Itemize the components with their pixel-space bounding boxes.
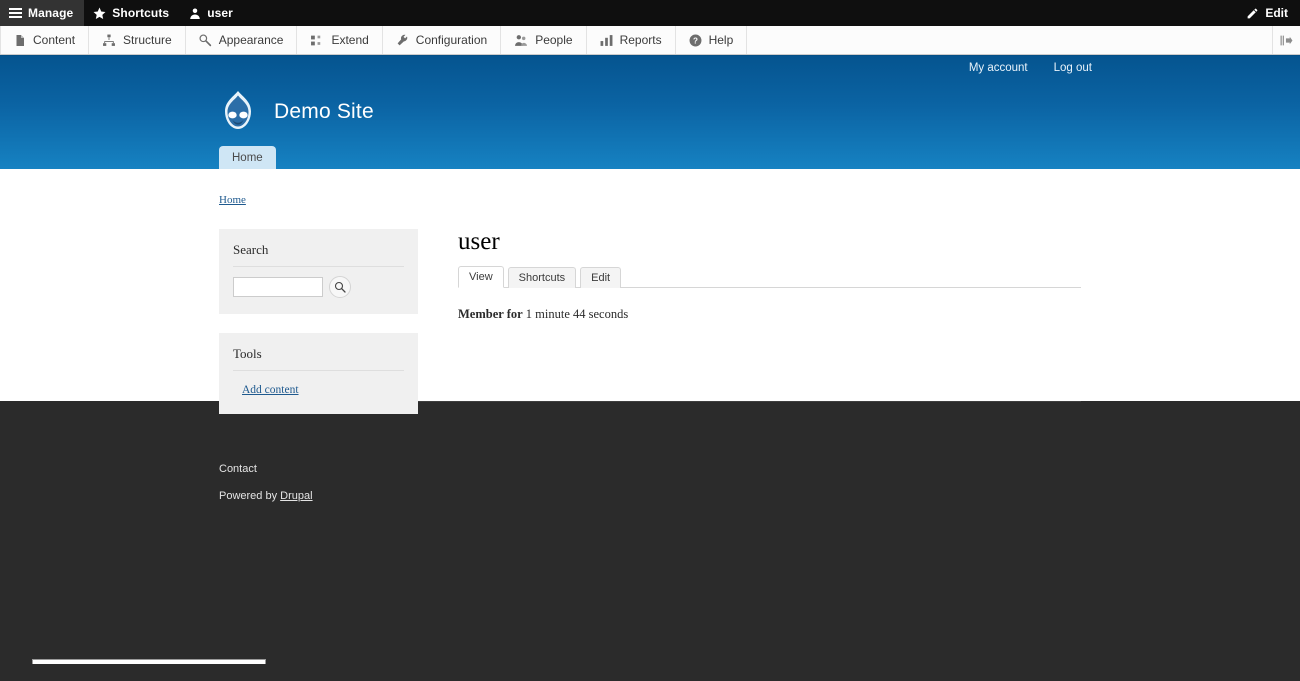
- toolbar-spacer: [244, 0, 1234, 26]
- member-for-row: Member for 1 minute 44 seconds: [458, 307, 1081, 322]
- toolbar-tab-shortcuts[interactable]: Shortcuts: [84, 0, 180, 26]
- extend-icon: [310, 34, 324, 47]
- toolbar-tab-manage-label: Manage: [28, 6, 73, 20]
- toolbar-tab-user[interactable]: user: [180, 0, 244, 26]
- search-form: [233, 276, 404, 298]
- menu-item-structure[interactable]: Structure: [89, 26, 186, 54]
- toolbar-orientation-toggle[interactable]: [1272, 26, 1300, 54]
- file-icon: [14, 34, 26, 47]
- magnifier-icon: [334, 281, 346, 293]
- person-icon: [189, 7, 201, 20]
- site-header: My account Log out Demo Site Home: [0, 55, 1300, 169]
- tab-shortcuts-label: Shortcuts: [519, 272, 565, 284]
- tab-edit[interactable]: Edit: [580, 267, 621, 288]
- menu-item-reports-label: Reports: [620, 33, 662, 47]
- block-search: Search: [219, 229, 418, 314]
- hamburger-icon: [9, 8, 22, 19]
- wrench-icon: [396, 34, 409, 47]
- site-branding[interactable]: Demo Site: [219, 89, 374, 135]
- tab-view[interactable]: View: [458, 266, 504, 288]
- menu-item-configuration[interactable]: Configuration: [383, 26, 501, 54]
- member-for-value: 1 minute 44 seconds: [526, 307, 628, 321]
- menu-item-appearance-label: Appearance: [219, 33, 284, 47]
- menu-item-people[interactable]: People: [501, 26, 586, 54]
- bottom-partial-panel[interactable]: [32, 659, 266, 664]
- block-tools-title: Tools: [233, 346, 404, 371]
- menu-item-content-label: Content: [33, 33, 75, 47]
- toolbar-edit-button[interactable]: Edit: [1234, 0, 1300, 26]
- local-tasks-tabs: View Shortcuts Edit: [458, 266, 1081, 288]
- user-account-links: My account Log out: [0, 55, 1300, 81]
- menu-item-people-label: People: [535, 33, 572, 47]
- my-account-link[interactable]: My account: [969, 62, 1028, 74]
- add-content-link[interactable]: Add content: [242, 384, 299, 396]
- site-footer: Contact Powered by Drupal: [0, 401, 1300, 681]
- list-item: Add content: [233, 380, 404, 398]
- question-mark-icon: ?: [689, 34, 702, 47]
- page-inner: Home Search: [0, 169, 1300, 433]
- main-content: user View Shortcuts Edit Member for 1 mi…: [438, 229, 1081, 322]
- primary-navigation: Home: [219, 146, 276, 169]
- menu-item-help[interactable]: ? Help: [676, 26, 748, 54]
- brush-icon: [199, 34, 212, 47]
- breadcrumb-item-home[interactable]: Home: [219, 194, 246, 206]
- toolbar-tab-shortcuts-label: Shortcuts: [112, 6, 169, 20]
- powered-by-text: Powered by Drupal: [219, 475, 1081, 502]
- drupal-droplet-icon: [219, 89, 257, 135]
- member-for-label: Member for: [458, 307, 523, 321]
- block-tools: Tools Add content: [219, 333, 418, 414]
- tools-link-list: Add content: [233, 380, 404, 398]
- admin-toolbar-bar: Manage Shortcuts user Edit: [0, 0, 1300, 26]
- pencil-icon: [1246, 7, 1259, 20]
- tab-shortcuts[interactable]: Shortcuts: [508, 267, 576, 288]
- menu-item-configuration-label: Configuration: [416, 33, 487, 47]
- vertical-orientation-icon: [1279, 34, 1294, 47]
- toolbar-tab-manage[interactable]: Manage: [0, 0, 84, 26]
- menu-item-content[interactable]: Content: [0, 26, 89, 54]
- star-icon: [93, 7, 106, 20]
- nav-item-home-label: Home: [232, 152, 263, 164]
- toolbar-edit-label: Edit: [1265, 6, 1288, 20]
- admin-menu-spacer: [747, 26, 1272, 54]
- menu-item-structure-label: Structure: [123, 33, 172, 47]
- drupal-link[interactable]: Drupal: [280, 490, 312, 502]
- powered-by-prefix: Powered by: [219, 490, 280, 502]
- svg-text:?: ?: [693, 36, 698, 45]
- menu-item-appearance[interactable]: Appearance: [186, 26, 298, 54]
- menu-item-extend[interactable]: Extend: [297, 26, 382, 54]
- site-name: Demo Site: [274, 100, 374, 124]
- footer-contact-link[interactable]: Contact: [219, 444, 1081, 475]
- menu-item-extend-label: Extend: [331, 33, 368, 47]
- page-body: Home Search: [0, 169, 1300, 401]
- block-search-title: Search: [233, 242, 404, 267]
- tab-edit-label: Edit: [591, 272, 610, 284]
- admin-menu-tray: Content Structure Appearance: [0, 26, 1300, 55]
- page-columns: Search T: [219, 208, 1081, 433]
- structure-icon: [102, 34, 116, 47]
- page-title: user: [458, 229, 1081, 254]
- nav-item-home[interactable]: Home: [219, 146, 276, 169]
- breadcrumb: Home: [219, 169, 1081, 208]
- bar-chart-icon: [600, 34, 613, 47]
- log-out-link[interactable]: Log out: [1054, 62, 1092, 74]
- tab-view-label: View: [469, 271, 493, 283]
- sidebar-first: Search T: [219, 229, 418, 433]
- menu-item-reports[interactable]: Reports: [587, 26, 676, 54]
- search-input[interactable]: [233, 277, 323, 297]
- people-icon: [514, 34, 528, 47]
- toolbar-tab-user-label: user: [207, 6, 233, 20]
- menu-item-help-label: Help: [709, 33, 734, 47]
- search-submit-button[interactable]: [329, 276, 351, 298]
